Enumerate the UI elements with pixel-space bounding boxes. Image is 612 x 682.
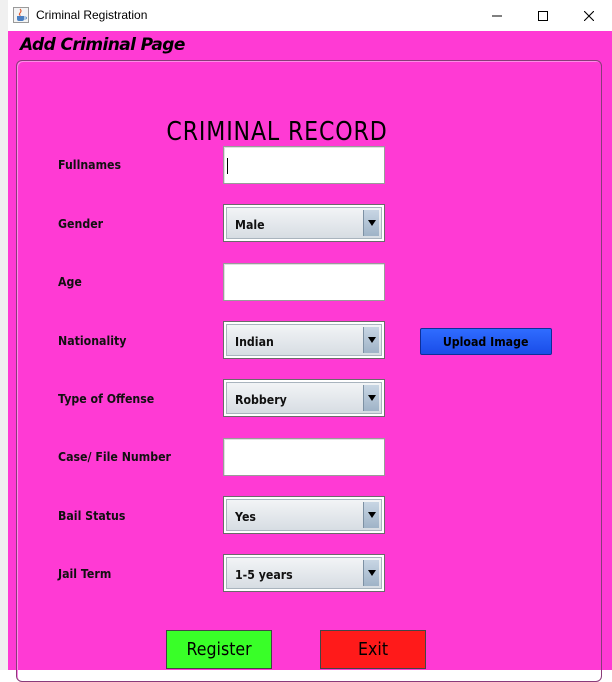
jail-term-select-face: 1-5 years: [226, 557, 382, 589]
form-title: CRIMINAL RECORD: [166, 117, 388, 147]
chevron-down-icon: [367, 337, 376, 343]
offense-dropdown-button[interactable]: [363, 385, 379, 411]
register-button[interactable]: Register: [166, 630, 272, 669]
exit-label: Exit: [357, 639, 389, 660]
offense-label: Type of Offense: [58, 391, 155, 406]
app-window: Criminal Registration Add Criminal Page …: [8, 0, 612, 682]
text-caret: [227, 158, 228, 174]
fullnames-label: Fullnames: [58, 157, 122, 172]
bail-status-select[interactable]: Yes: [223, 496, 385, 534]
chevron-down-icon: [367, 220, 376, 226]
offense-select[interactable]: Robbery: [223, 379, 385, 417]
bail-status-value: Yes: [235, 509, 256, 524]
age-input[interactable]: [223, 263, 385, 301]
close-icon: [584, 10, 594, 21]
bail-status-label: Bail Status: [58, 508, 126, 523]
age-label: Age: [58, 274, 82, 289]
gender-dropdown-button[interactable]: [363, 210, 379, 236]
jail-term-label: Jail Term: [58, 566, 112, 581]
chevron-down-icon: [367, 512, 376, 518]
chevron-down-icon: [367, 395, 376, 401]
offense-value: Robbery: [235, 392, 287, 407]
upload-image-button[interactable]: Upload Image: [420, 328, 552, 355]
minimize-icon: [492, 15, 502, 16]
bail-status-dropdown-button[interactable]: [363, 502, 379, 528]
case-number-input[interactable]: [223, 438, 385, 476]
minimize-button[interactable]: [474, 0, 520, 31]
java-cup-icon: [13, 7, 29, 23]
nationality-value: Indian: [235, 334, 274, 349]
nationality-dropdown-button[interactable]: [363, 327, 379, 353]
offense-select-face: Robbery: [226, 382, 382, 414]
nationality-label: Nationality: [58, 333, 127, 348]
upload-image-label: Upload Image: [443, 334, 529, 349]
jail-term-select[interactable]: 1-5 years: [223, 554, 385, 592]
jail-term-dropdown-button[interactable]: [363, 560, 379, 586]
gender-select-face: Male: [226, 207, 382, 239]
close-button[interactable]: [566, 0, 612, 31]
register-label: Register: [186, 639, 252, 660]
fullnames-input[interactable]: [223, 146, 385, 184]
window-title: Criminal Registration: [36, 8, 148, 22]
gender-value: Male: [235, 217, 265, 232]
maximize-button[interactable]: [520, 0, 566, 31]
page-header: Add Criminal Page: [20, 35, 185, 55]
nationality-select[interactable]: Indian: [223, 321, 385, 359]
chevron-down-icon: [367, 570, 376, 576]
gender-select[interactable]: Male: [223, 204, 385, 242]
case-number-label: Case/ File Number: [58, 449, 171, 464]
nationality-select-face: Indian: [226, 324, 382, 356]
bail-status-select-face: Yes: [226, 499, 382, 531]
maximize-icon: [538, 10, 548, 21]
title-bar: Criminal Registration: [8, 0, 612, 31]
gender-label: Gender: [58, 216, 104, 231]
content-pane: Add Criminal Page CRIMINAL RECORD Fullna…: [8, 31, 612, 682]
exit-button[interactable]: Exit: [320, 630, 426, 669]
form-panel: CRIMINAL RECORD Fullnames Gender Male Ag…: [16, 60, 602, 682]
jail-term-value: 1-5 years: [235, 567, 293, 582]
